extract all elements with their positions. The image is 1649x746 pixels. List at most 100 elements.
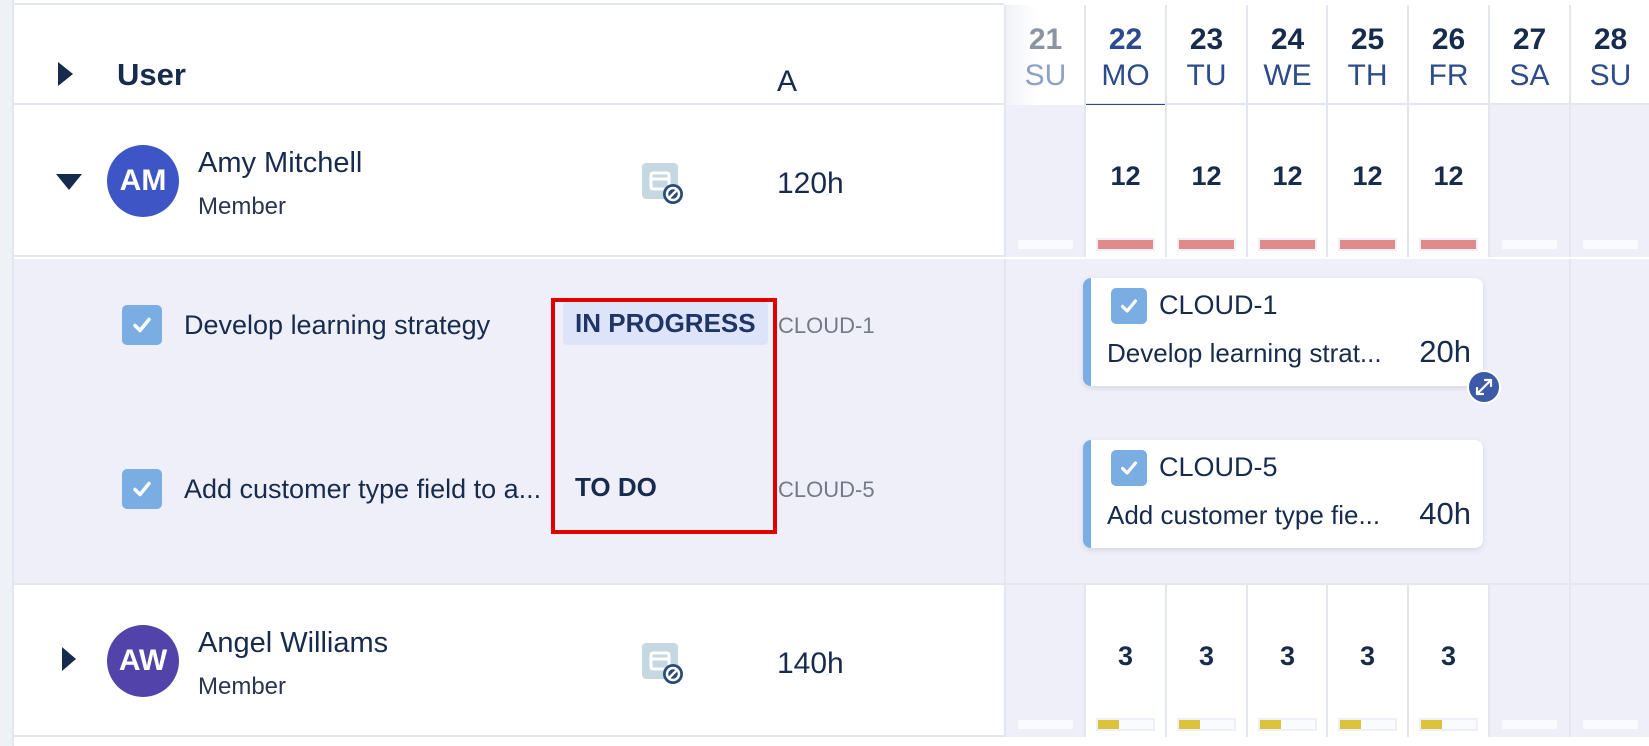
day-cell[interactable]: 12 (1326, 105, 1407, 257)
day-number: 27 (1512, 23, 1547, 56)
task-title[interactable]: Develop learning strategy (184, 310, 490, 341)
task-row[interactable]: Add customer type field to a... TO DO CL… (14, 469, 1004, 529)
day-header: 23 TU (1165, 5, 1246, 105)
user-timeline-row: 12 12 12 12 12 (1004, 105, 1649, 257)
day-number: 25 (1350, 23, 1385, 56)
day-cell[interactable]: 3 (1165, 585, 1246, 737)
week-divider (1569, 259, 1571, 585)
day-cell[interactable] (1569, 585, 1649, 737)
task-title[interactable]: Add customer type field to a... (184, 474, 541, 505)
day-header: 27 SA (1488, 5, 1569, 105)
workload-bar (1016, 238, 1075, 251)
day-of-week: SA (1509, 59, 1550, 92)
workload-bar (1177, 238, 1236, 251)
workload-bar (1419, 718, 1478, 731)
day-cell[interactable] (1004, 105, 1085, 257)
user-row[interactable]: AM Amy Mitchell Member 120h (14, 105, 1004, 257)
day-cell[interactable]: 3 (1326, 585, 1407, 737)
expand-all-icon[interactable] (58, 62, 73, 86)
day-number: 24 (1270, 23, 1305, 56)
resize-handle-icon[interactable] (1467, 370, 1501, 404)
day-cell[interactable]: 3 (1246, 585, 1327, 737)
avatar: AM (107, 145, 179, 217)
status-badge[interactable]: IN PROGRESS (563, 302, 768, 345)
daily-hours: 3 (1198, 641, 1215, 671)
day-cell[interactable]: 12 (1246, 105, 1327, 257)
workload-fill (1421, 720, 1442, 729)
user-column-header[interactable]: User (117, 57, 186, 93)
collapse-icon[interactable] (56, 174, 82, 190)
day-of-week: FR (1428, 59, 1469, 92)
workload-bar (1096, 238, 1155, 251)
day-header: 25 TH (1326, 5, 1407, 105)
card-title: Add customer type fie... (1107, 500, 1381, 530)
day-of-week: TU (1186, 59, 1227, 92)
task-row[interactable]: Develop learning strategy IN PROGRESS CL… (14, 302, 1004, 365)
day-cell[interactable]: 3 (1084, 585, 1165, 737)
day-header: 28 SU (1569, 5, 1649, 105)
workload-bar (1500, 238, 1559, 251)
status-badge[interactable]: TO DO (563, 466, 669, 509)
workload-bar (1419, 238, 1478, 251)
user-role: Member (198, 673, 287, 700)
daily-hours: 12 (1272, 161, 1303, 191)
day-cell[interactable] (1488, 105, 1569, 257)
daily-hours: 12 (1352, 161, 1383, 191)
day-header: 26 FR (1407, 5, 1488, 105)
user-row[interactable]: AW Angel Williams Member 140h (14, 585, 1004, 737)
day-cell[interactable]: 3 (1407, 585, 1488, 737)
task-type-checkbox-icon (1111, 450, 1147, 486)
workload-bar (1258, 718, 1317, 731)
expand-icon[interactable] (62, 647, 76, 671)
day-header-today: 22 MO (1084, 5, 1165, 107)
day-of-week: WE (1263, 59, 1312, 92)
workload-fill (1340, 240, 1395, 249)
issue-key[interactable]: CLOUD-5 (778, 477, 875, 503)
daily-hours: 12 (1433, 161, 1464, 191)
day-of-week: MO (1101, 59, 1150, 92)
task-card[interactable]: CLOUD-1 Develop learning strat... 20h (1083, 278, 1483, 386)
day-cell[interactable] (1004, 585, 1085, 737)
day-cell[interactable]: 12 (1165, 105, 1246, 257)
workload-fill (1179, 720, 1200, 729)
card-hours: 40h (1419, 496, 1471, 531)
workload-fill (1340, 720, 1361, 729)
workload-bar (1338, 238, 1397, 251)
workload-fill (1260, 720, 1281, 729)
task-type-checkbox-icon (122, 469, 162, 509)
user-timeline-row: 3 3 3 3 3 (1004, 585, 1649, 737)
avatar: AW (107, 625, 179, 697)
card-hours: 20h (1419, 334, 1471, 369)
workload-bar (1016, 718, 1075, 731)
day-cell[interactable]: 12 (1084, 105, 1165, 257)
issue-key[interactable]: CLOUD-1 (778, 313, 875, 339)
card-issue-key: CLOUD-1 (1159, 290, 1278, 320)
workload-bar (1500, 718, 1559, 731)
user-name[interactable]: Amy Mitchell (198, 147, 362, 180)
workload-bar (1258, 238, 1317, 251)
day-number: 22 (1108, 23, 1143, 56)
day-cell[interactable]: 12 (1407, 105, 1488, 257)
calendar-blocked-icon[interactable] (642, 643, 684, 685)
left-edge-strip (0, 0, 14, 746)
a-column-header[interactable]: A (777, 65, 797, 99)
column-divider (1004, 259, 1006, 585)
calendar-blocked-icon[interactable] (642, 163, 684, 205)
workload-fill (1179, 240, 1234, 249)
workload-bar (1096, 718, 1155, 731)
day-header: 21 SU (1004, 5, 1085, 105)
day-of-week: TH (1347, 59, 1388, 92)
task-card[interactable]: CLOUD-5 Add customer type fie... 40h (1083, 440, 1483, 548)
daily-hours: 12 (1191, 161, 1222, 191)
workload-bar (1581, 238, 1640, 251)
workload-fill (1421, 240, 1476, 249)
avatar-initials: AM (119, 164, 167, 197)
day-cell[interactable] (1569, 105, 1649, 257)
user-role: Member (198, 193, 287, 220)
workload-bar (1177, 718, 1236, 731)
user-name[interactable]: Angel Williams (198, 627, 388, 660)
daily-hours: 3 (1279, 641, 1296, 671)
card-title: Develop learning strat... (1107, 338, 1382, 368)
workload-fill (1098, 240, 1153, 249)
day-cell[interactable] (1488, 585, 1569, 737)
